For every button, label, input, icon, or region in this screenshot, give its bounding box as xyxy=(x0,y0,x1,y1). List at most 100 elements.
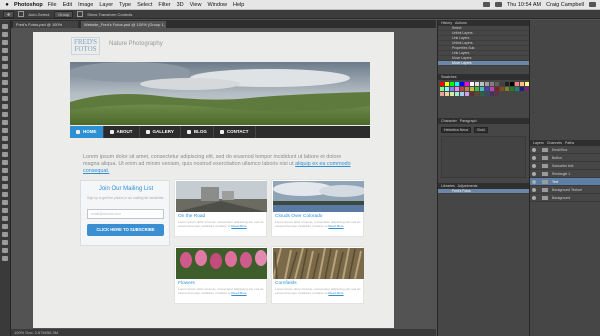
swatch[interactable] xyxy=(470,87,474,91)
tool-icon[interactable] xyxy=(2,184,8,189)
swatch[interactable] xyxy=(500,87,504,91)
card-clouds-over-colorado[interactable]: Clouds Over Colorado Lorem ipsum dolor s… xyxy=(271,179,364,237)
tool-icon[interactable] xyxy=(2,48,8,53)
visibility-eye-icon[interactable] xyxy=(532,148,536,152)
nav-blog[interactable]: BLOG xyxy=(181,126,214,138)
swatch[interactable] xyxy=(460,92,464,96)
nav-about[interactable]: ABOUT xyxy=(104,126,140,138)
menu-image[interactable]: Image xyxy=(78,2,93,8)
character-controls[interactable] xyxy=(441,136,526,178)
swatch[interactable] xyxy=(485,87,489,91)
tool-icon[interactable] xyxy=(2,176,8,181)
menu-3d[interactable]: 3D xyxy=(177,2,184,8)
swatch[interactable] xyxy=(515,87,519,91)
tool-icon[interactable] xyxy=(2,24,8,29)
tab-channels[interactable]: Channels xyxy=(547,141,562,145)
menu-view[interactable]: View xyxy=(190,2,202,8)
swatch[interactable] xyxy=(495,92,499,96)
layer-row[interactable]: Rectangle 1 xyxy=(530,170,600,178)
tab-history[interactable]: History xyxy=(441,21,452,25)
tab-actions[interactable]: Actions xyxy=(455,21,467,25)
library-item[interactable]: Fred's Fotos xyxy=(438,189,529,194)
clock[interactable]: Thu 10:54 AM xyxy=(507,2,541,8)
read-more-link[interactable]: Read More xyxy=(231,291,246,295)
menu-filter[interactable]: Filter xyxy=(158,2,170,8)
tool-icon[interactable] xyxy=(2,208,8,213)
visibility-eye-icon[interactable] xyxy=(532,156,536,160)
app-menu[interactable]: Photoshop xyxy=(14,2,43,8)
swatch[interactable] xyxy=(485,92,489,96)
swatch[interactable] xyxy=(480,82,484,86)
tool-icon[interactable] xyxy=(2,80,8,85)
tool-icon[interactable] xyxy=(2,104,8,109)
tool-icon[interactable] xyxy=(2,192,8,197)
menu-select[interactable]: Select xyxy=(137,2,152,8)
tool-icon[interactable] xyxy=(2,240,8,245)
tool-icon[interactable] xyxy=(2,152,8,157)
font-family-field[interactable]: Helvetica Neue xyxy=(441,127,472,133)
swatch[interactable] xyxy=(440,82,444,86)
battery-icon[interactable] xyxy=(494,2,502,7)
tool-icon[interactable] xyxy=(2,128,8,133)
tab-character[interactable]: Character xyxy=(441,119,457,123)
swatch[interactable] xyxy=(490,92,494,96)
tab-libraries[interactable]: Libraries xyxy=(441,184,455,188)
tool-icon[interactable] xyxy=(2,120,8,125)
swatch[interactable] xyxy=(470,82,474,86)
move-tool-icon[interactable]: ✥ xyxy=(3,10,15,18)
swatch[interactable] xyxy=(510,82,514,86)
swatch[interactable] xyxy=(445,82,449,86)
swatch[interactable] xyxy=(465,82,469,86)
swatch[interactable] xyxy=(510,87,514,91)
visibility-eye-icon[interactable] xyxy=(532,164,536,168)
menu-window[interactable]: Window xyxy=(207,2,227,8)
read-more-link[interactable]: Read More xyxy=(328,224,343,228)
tool-icon[interactable] xyxy=(2,112,8,117)
card-cornfields[interactable]: Cornfields Lorem ipsum dolor sit amet, c… xyxy=(271,246,364,304)
read-more-link[interactable]: Read More xyxy=(231,224,246,228)
document-canvas[interactable]: FRED'S FOTOS Nature Photography HOME ABO… xyxy=(33,32,394,328)
tool-icon[interactable] xyxy=(2,216,8,221)
read-more-link[interactable]: Read More xyxy=(328,291,343,295)
user-name[interactable]: Craig Campbell xyxy=(546,2,584,8)
tool-icon[interactable] xyxy=(2,72,8,77)
swatch[interactable] xyxy=(495,87,499,91)
swatch[interactable] xyxy=(450,92,454,96)
swatch[interactable] xyxy=(485,82,489,86)
swatch[interactable] xyxy=(505,82,509,86)
swatch[interactable] xyxy=(490,82,494,86)
tool-icon[interactable] xyxy=(2,224,8,229)
visibility-eye-icon[interactable] xyxy=(532,188,536,192)
nav-gallery[interactable]: GALLERY xyxy=(140,126,181,138)
tool-icon[interactable] xyxy=(2,136,8,141)
swatch[interactable] xyxy=(475,82,479,86)
swatch[interactable] xyxy=(470,92,474,96)
swatch[interactable] xyxy=(505,87,509,91)
group-dropdown[interactable]: Group xyxy=(54,10,74,18)
menu-help[interactable]: Help xyxy=(233,2,244,8)
menu-layer[interactable]: Layer xyxy=(99,2,113,8)
swatch[interactable] xyxy=(500,82,504,86)
swatch[interactable] xyxy=(465,92,469,96)
swatch[interactable] xyxy=(475,87,479,91)
swatch[interactable] xyxy=(515,82,519,86)
transform-checkbox[interactable] xyxy=(77,11,84,17)
doc-tab-1[interactable]: Fred's Fotos.psd @ 100% xyxy=(13,21,78,28)
nav-home[interactable]: HOME xyxy=(70,126,104,138)
layer-row[interactable]: Email Box xyxy=(530,146,600,154)
layer-row[interactable]: Background xyxy=(530,194,600,202)
tool-icon[interactable] xyxy=(2,56,8,61)
swatch[interactable] xyxy=(445,92,449,96)
subscribe-button[interactable]: CLICK HERE TO SUBSCRIBE xyxy=(87,224,164,236)
tool-icon[interactable] xyxy=(2,168,8,173)
swatch[interactable] xyxy=(495,82,499,86)
card-on-the-road[interactable]: On the Road Lorem ipsum dolor sit amet, … xyxy=(174,179,267,237)
tab-layers[interactable]: Layers xyxy=(533,141,544,145)
menu-edit[interactable]: Edit xyxy=(63,2,72,8)
tool-icon[interactable] xyxy=(2,200,8,205)
swatch[interactable] xyxy=(440,87,444,91)
tool-icon[interactable] xyxy=(2,40,8,45)
tool-icon[interactable] xyxy=(2,160,8,165)
swatch[interactable] xyxy=(440,92,444,96)
search-icon[interactable] xyxy=(589,2,596,7)
